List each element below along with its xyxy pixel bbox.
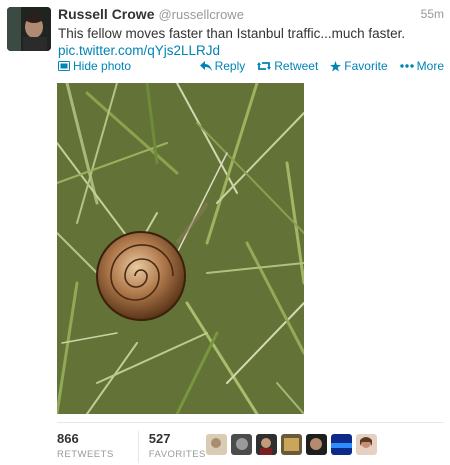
avatar[interactable]: [7, 7, 51, 51]
favorites-label: FAVORITES: [148, 449, 206, 460]
favoriter-avatar[interactable]: [306, 434, 327, 455]
retweets-stat[interactable]: 866 RETWEETS: [57, 431, 130, 463]
retweet-button[interactable]: Retweet: [257, 59, 318, 73]
retweet-icon: [257, 61, 272, 71]
favoriter-avatar[interactable]: [356, 434, 377, 455]
favorite-button[interactable]: Favorite: [330, 59, 388, 73]
reply-label: Reply: [214, 59, 246, 73]
more-button[interactable]: More: [399, 59, 444, 73]
hide-photo-button[interactable]: Hide photo: [58, 59, 131, 73]
photo-link[interactable]: pic.twitter.com/qYjs2LLRJd: [58, 43, 220, 58]
photo-icon: [58, 61, 70, 71]
user-fullname[interactable]: Russell Crowe: [58, 6, 154, 22]
favoriter-avatar[interactable]: [281, 434, 302, 455]
user-handle[interactable]: @russellcrowe: [158, 7, 243, 22]
favoriter-avatars: [206, 434, 377, 455]
more-label: More: [416, 59, 444, 73]
favoriter-avatar[interactable]: [206, 434, 227, 455]
tweet-header: Russell Crowe @russellcrowe 55m: [58, 6, 444, 24]
favoriter-avatar[interactable]: [231, 434, 252, 455]
retweets-count: 866: [57, 431, 79, 446]
favorite-icon: [330, 60, 342, 72]
more-icon: [399, 64, 414, 68]
retweet-label: Retweet: [274, 59, 319, 73]
reply-button[interactable]: Reply: [199, 59, 246, 73]
tweet-timestamp[interactable]: 55m: [421, 7, 444, 21]
favorite-label: Favorite: [344, 59, 388, 73]
stats-divider: [57, 422, 444, 423]
favoriter-avatar[interactable]: [331, 434, 352, 455]
favorites-count: 527: [148, 431, 171, 446]
tweet-photo[interactable]: [57, 83, 304, 414]
tweet-stats: 866 RETWEETS 527 FAVORITES: [57, 431, 230, 463]
tweet-actions: Hide photo Reply Retweet Favorite More: [58, 59, 444, 75]
reply-icon: [199, 61, 212, 71]
hide-photo-label: Hide photo: [73, 59, 132, 73]
tweet-body: This fellow moves faster than Istanbul t…: [58, 26, 406, 41]
tweet-text: This fellow moves faster than Istanbul t…: [58, 25, 442, 59]
favoriter-avatar[interactable]: [256, 434, 277, 455]
retweets-label: RETWEETS: [57, 449, 114, 460]
